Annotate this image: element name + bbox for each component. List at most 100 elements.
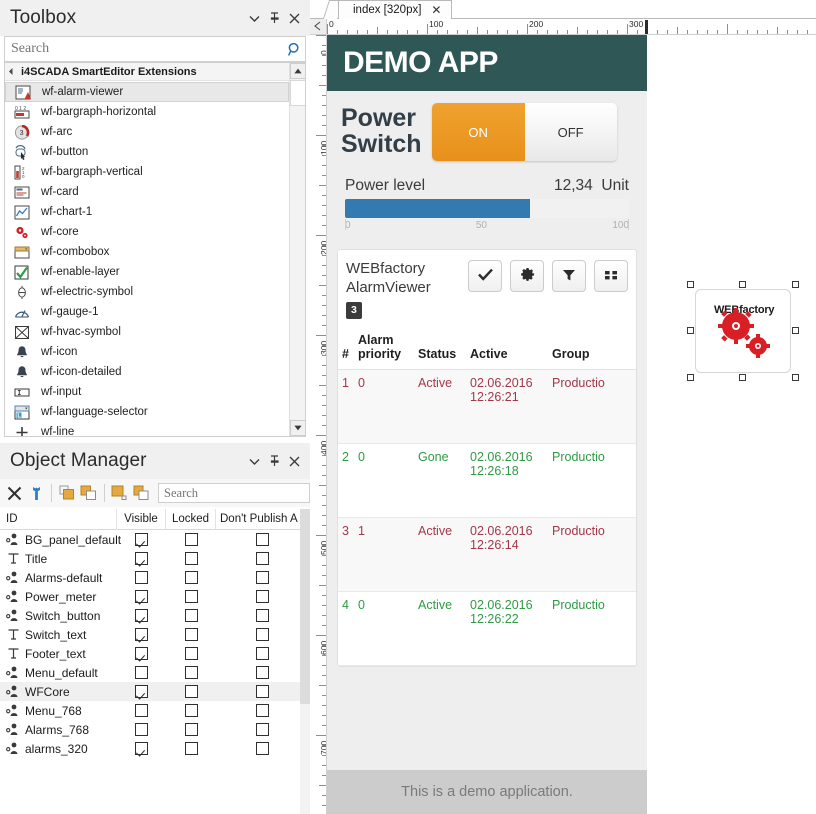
- object-manager-search-input[interactable]: [159, 484, 323, 502]
- wf-core-widget-body[interactable]: WEBfactory: [695, 289, 791, 373]
- locked-checkbox[interactable]: [184, 571, 198, 584]
- locked-checkbox[interactable]: [184, 666, 198, 679]
- locked-checkbox[interactable]: [184, 590, 198, 603]
- visible-checkbox[interactable]: [135, 628, 148, 641]
- dont-publish-checkbox[interactable]: [255, 723, 269, 736]
- object-row[interactable]: Alarms-default: [0, 568, 310, 587]
- resize-handle-nw[interactable]: [687, 281, 694, 288]
- search-icon[interactable]: [283, 42, 305, 57]
- object-row[interactable]: WFCore: [0, 682, 310, 701]
- send-to-back-button[interactable]: [78, 481, 100, 505]
- visible-checkbox[interactable]: [135, 533, 148, 546]
- close-icon[interactable]: [284, 8, 304, 28]
- delete-button[interactable]: [4, 481, 26, 505]
- locked-checkbox[interactable]: [184, 628, 198, 641]
- wf-core-widget[interactable]: WEBfactory: [687, 281, 799, 381]
- alarm-row[interactable]: 2 0 Gone 02.06.2016 12:26:18 Productio: [338, 443, 636, 518]
- pin-icon[interactable]: [264, 451, 284, 471]
- toolbox-item-wf-enable-layer[interactable]: wf-enable-layer: [5, 262, 289, 282]
- dont-publish-checkbox[interactable]: [255, 647, 269, 660]
- grid-view-button[interactable]: [594, 260, 628, 292]
- bring-forward-button[interactable]: [109, 481, 131, 505]
- acknowledge-button[interactable]: [468, 260, 502, 292]
- visible-checkbox[interactable]: [135, 590, 148, 603]
- wrench-icon[interactable]: [26, 481, 48, 505]
- resize-handle-s[interactable]: [739, 374, 746, 381]
- chevron-down-icon[interactable]: [244, 451, 264, 471]
- dont-publish-checkbox[interactable]: [255, 742, 269, 755]
- object-row[interactable]: Switch_button: [0, 606, 310, 625]
- filter-button[interactable]: [552, 260, 586, 292]
- visible-checkbox[interactable]: [135, 723, 148, 736]
- power-switch-control[interactable]: ON OFF: [431, 103, 617, 161]
- close-icon[interactable]: [284, 451, 304, 471]
- locked-checkbox[interactable]: [184, 742, 198, 755]
- toolbox-group-header[interactable]: i4SCADA SmartEditor Extensions: [5, 63, 305, 81]
- tab-index[interactable]: index [320px] ✕: [338, 0, 453, 19]
- resize-handle-n[interactable]: [739, 281, 746, 288]
- visible-checkbox[interactable]: [135, 685, 148, 698]
- dont-publish-checkbox[interactable]: [255, 533, 269, 546]
- locked-checkbox[interactable]: [184, 723, 198, 736]
- bring-to-front-button[interactable]: [56, 481, 78, 505]
- column-header-id[interactable]: ID: [0, 509, 117, 530]
- scroll-down-icon[interactable]: [290, 420, 305, 436]
- dont-publish-checkbox[interactable]: [255, 590, 269, 603]
- toolbox-scrollbar[interactable]: [289, 63, 305, 436]
- object-manager-search[interactable]: [158, 483, 333, 503]
- toolbox-item-wf-alarm-viewer[interactable]: wf-alarm-viewer: [5, 82, 289, 102]
- toolbox-item-wf-combobox[interactable]: wf-combobox: [5, 242, 289, 262]
- toolbox-item-wf-bargraph-horizontal[interactable]: 0 1 2 wf-bargraph-horizontal: [5, 102, 289, 122]
- locked-checkbox[interactable]: [184, 609, 198, 622]
- design-canvas[interactable]: DEMO APP Power Switch ON OFF Power level: [327, 35, 816, 814]
- scrollbar-thumb[interactable]: [300, 509, 310, 704]
- toolbox-item-wf-core[interactable]: wf-core: [5, 222, 289, 242]
- locked-checkbox[interactable]: [184, 647, 198, 660]
- dont-publish-checkbox[interactable]: [255, 666, 269, 679]
- visible-checkbox[interactable]: [135, 552, 148, 565]
- dont-publish-checkbox[interactable]: [255, 704, 269, 717]
- alarm-row[interactable]: 1 0 Active 02.06.2016 12:26:21 Productio: [338, 369, 636, 444]
- visible-checkbox[interactable]: [135, 571, 148, 584]
- dont-publish-checkbox[interactable]: [255, 685, 269, 698]
- object-row[interactable]: alarms_320: [0, 739, 310, 758]
- toolbox-item-wf-hvac-symbol[interactable]: wf-hvac-symbol: [5, 322, 289, 342]
- visible-checkbox[interactable]: [135, 609, 148, 622]
- visible-checkbox[interactable]: [135, 647, 148, 660]
- dont-publish-checkbox[interactable]: [255, 628, 269, 641]
- resize-handle-ne[interactable]: [792, 281, 799, 288]
- object-row[interactable]: Title: [0, 549, 310, 568]
- expander-icon[interactable]: [8, 67, 17, 76]
- tab-close-icon[interactable]: ✕: [431, 3, 441, 17]
- toolbox-item-wf-language-selector[interactable]: Lwf-language-selector: [5, 402, 289, 422]
- dont-publish-checkbox[interactable]: [255, 552, 269, 565]
- alarm-row[interactable]: 4 0 Active 02.06.2016 12:26:22 Productio: [338, 591, 636, 666]
- pin-icon[interactable]: [264, 8, 284, 28]
- toolbox-item-wf-icon-detailed[interactable]: wf-icon-detailed: [5, 362, 289, 382]
- dont-publish-checkbox[interactable]: [255, 609, 269, 622]
- toolbox-item-wf-chart-1[interactable]: wf-chart-1: [5, 202, 289, 222]
- toolbox-item-wf-gauge-1[interactable]: wf-gauge-1: [5, 302, 289, 322]
- toolbox-item-wf-electric-symbol[interactable]: wf-electric-symbol: [5, 282, 289, 302]
- app-preview[interactable]: DEMO APP Power Switch ON OFF Power level: [327, 35, 647, 814]
- resize-handle-sw[interactable]: [687, 374, 694, 381]
- visible-checkbox[interactable]: [135, 704, 148, 717]
- dont-publish-checkbox[interactable]: [255, 571, 269, 584]
- locked-checkbox[interactable]: [184, 685, 198, 698]
- locked-checkbox[interactable]: [184, 704, 198, 717]
- toolbox-item-wf-icon[interactable]: wf-icon: [5, 342, 289, 362]
- locked-checkbox[interactable]: [184, 552, 198, 565]
- toolbox-item-wf-line[interactable]: wf-line: [5, 422, 289, 436]
- column-header-visible[interactable]: Visible: [117, 509, 166, 530]
- visible-checkbox[interactable]: [135, 742, 148, 755]
- locked-checkbox[interactable]: [184, 533, 198, 546]
- visible-checkbox[interactable]: [135, 666, 148, 679]
- object-row[interactable]: BG_panel_default: [0, 530, 310, 549]
- alarm-col-num[interactable]: #: [338, 326, 354, 370]
- alarm-col-priority[interactable]: Alarm priority: [354, 326, 414, 370]
- switch-off-button[interactable]: OFF: [524, 103, 617, 161]
- toolbox-item-wf-button[interactable]: wf-button: [5, 142, 289, 162]
- object-row[interactable]: Alarms_768: [0, 720, 310, 739]
- object-row[interactable]: Footer_text: [0, 644, 310, 663]
- send-backward-button[interactable]: [130, 481, 152, 505]
